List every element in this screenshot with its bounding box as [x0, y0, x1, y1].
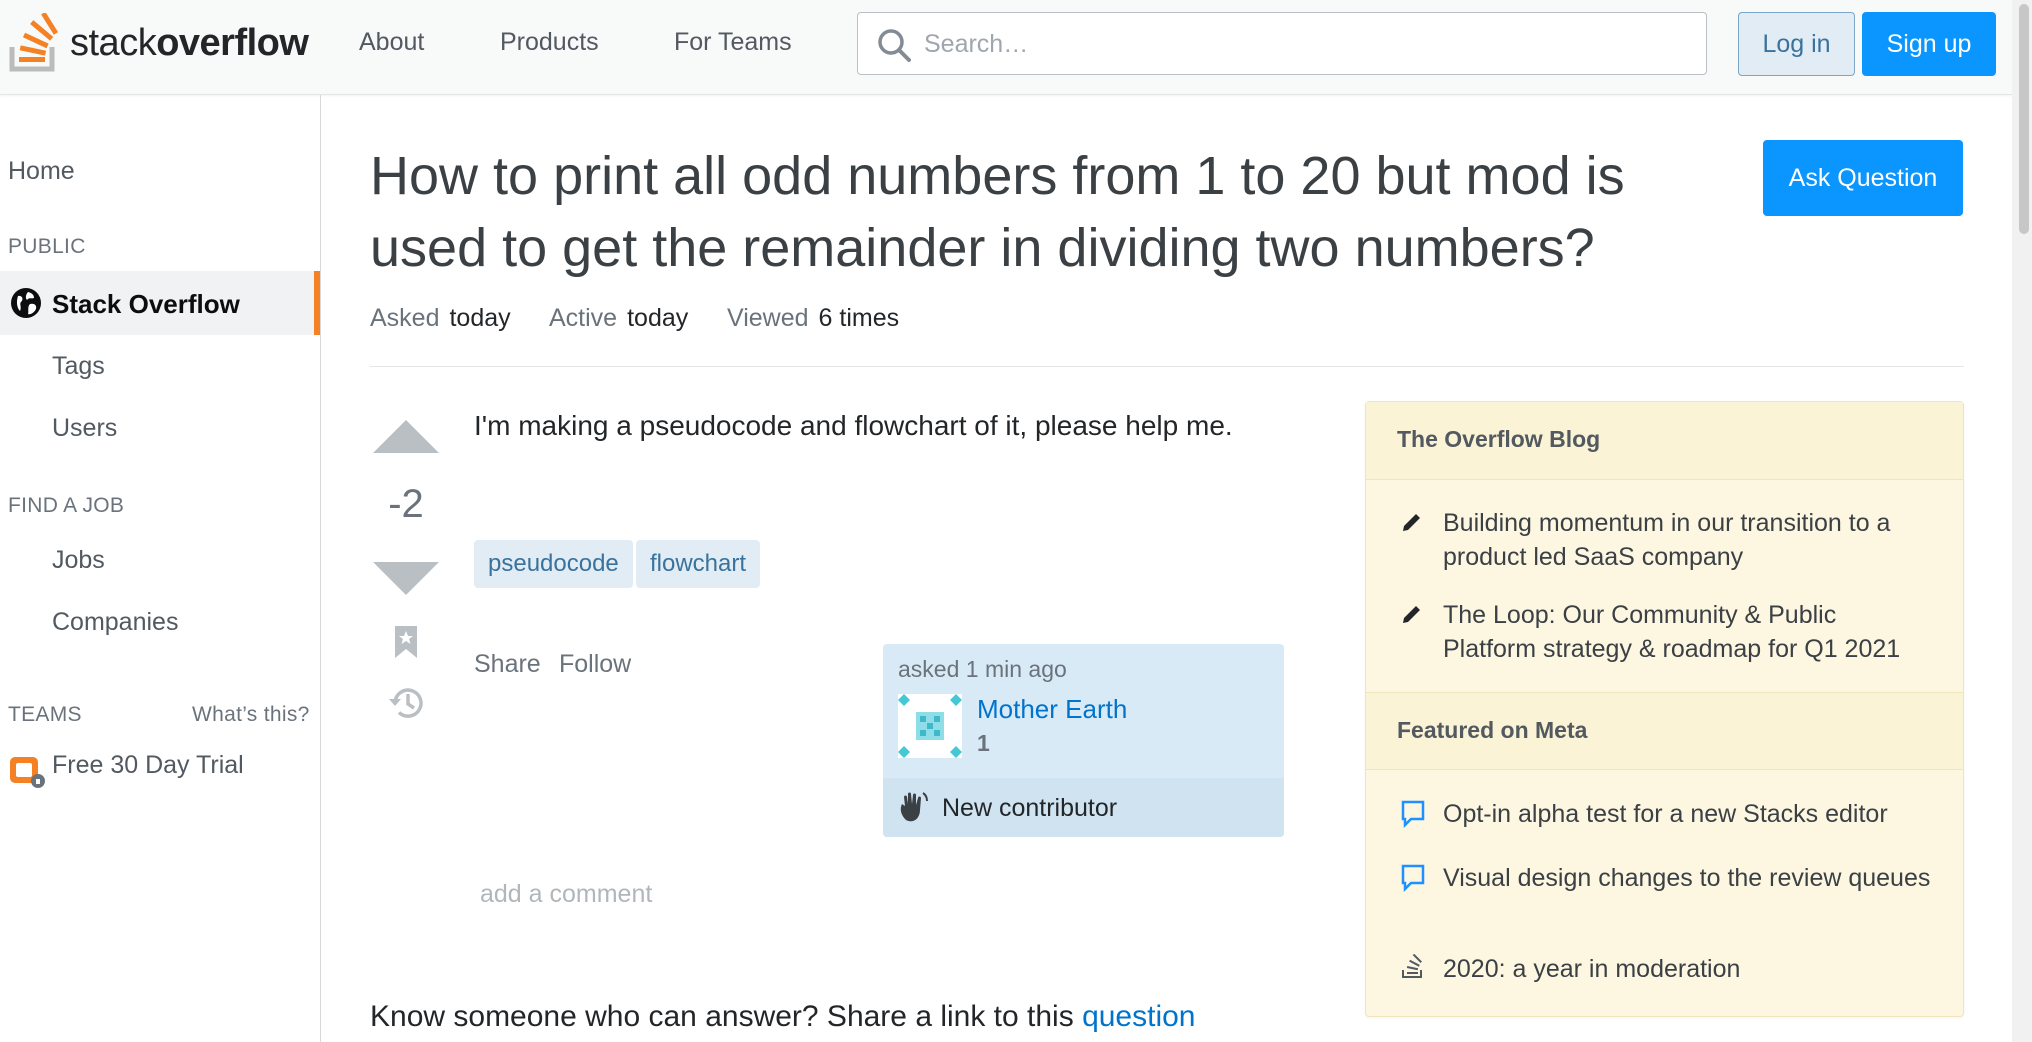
meta-item[interactable]: 2020: a year in moderation [1443, 952, 1933, 986]
question-body: I'm making a pseudocode and flowchart of… [474, 410, 1233, 441]
new-contributor-banner[interactable]: New contributor [883, 778, 1284, 837]
share-link[interactable]: Share [474, 650, 541, 679]
ask-question-button[interactable]: Ask Question [1763, 140, 1963, 216]
sidebar-item-users[interactable]: Users [52, 414, 117, 443]
blog-item[interactable]: The Loop: Our Community & Public Platfor… [1443, 598, 1933, 666]
tag-pseudocode[interactable]: pseudocode [474, 540, 633, 588]
new-contributor-label: New contributor [942, 794, 1118, 822]
sidebar-heading-public: PUBLIC [8, 235, 86, 258]
speech-bubble-icon [1401, 864, 1425, 892]
widget-heading-blog: The Overflow Blog [1366, 402, 1963, 480]
search-icon [878, 29, 911, 62]
meta-item[interactable]: Visual design changes to the review queu… [1443, 861, 1933, 895]
pencil-icon [1403, 514, 1420, 531]
share-question-link[interactable]: question [1082, 1000, 1195, 1033]
logo-wordmark: stackoverflow [70, 21, 309, 64]
sidebar-item-label: Stack Overflow [52, 289, 240, 319]
tag-flowchart[interactable]: flowchart [636, 540, 761, 588]
owner-user-card: asked 1 min ago Mother Earth 1 New contr… [883, 644, 1284, 837]
signup-button[interactable]: Sign up [1862, 12, 1996, 76]
waving-hand-icon [900, 792, 928, 822]
search-input[interactable] [922, 23, 1686, 65]
meta-viewed: Viewed 6 times [727, 304, 900, 332]
site-logo[interactable]: stackoverflow [8, 12, 309, 74]
whats-this-link[interactable]: What’s this? [192, 703, 310, 727]
login-button[interactable]: Log in [1738, 12, 1855, 76]
sidebar-item-stack-overflow[interactable]: Stack Overflow [0, 271, 320, 335]
scrollbar-thumb[interactable] [2019, 4, 2029, 234]
question-title[interactable]: How to print all odd numbers from 1 to 2… [370, 140, 1670, 284]
meta-active: Active today [549, 304, 689, 332]
nav-about[interactable]: About [359, 28, 424, 57]
teams-briefcase-icon [10, 757, 45, 788]
user-reputation: 1 [977, 730, 990, 756]
downvote-arrow-icon[interactable] [373, 562, 439, 595]
sidebar-item-home[interactable]: Home [8, 157, 75, 186]
title-divider [370, 366, 1964, 367]
stack-exchange-icon [1402, 954, 1422, 978]
upvote-arrow-icon[interactable] [373, 420, 439, 453]
nav-products[interactable]: Products [500, 28, 599, 57]
stackoverflow-logo-icon [9, 13, 59, 72]
user-avatar[interactable] [898, 694, 962, 758]
nav-for-teams[interactable]: For Teams [674, 28, 792, 57]
overflow-blog-widget: The Overflow Blog Building momentum in o… [1365, 401, 1964, 1017]
globe-icon [11, 288, 41, 318]
pencil-icon [1403, 606, 1420, 623]
blog-item[interactable]: Building momentum in our transition to a… [1443, 506, 1933, 574]
add-comment-link[interactable]: add a comment [480, 880, 652, 909]
search-box[interactable] [857, 12, 1707, 75]
speech-bubble-icon [1401, 800, 1425, 828]
meta-asked: Asked today [370, 304, 511, 332]
bookmark-icon[interactable] [392, 624, 420, 660]
follow-link[interactable]: Follow [559, 650, 631, 679]
sidebar-item-free-trial[interactable]: Free 30 Day Trial [52, 751, 244, 780]
widget-heading-meta: Featured on Meta [1366, 692, 1963, 770]
asked-time: asked 1 min ago [898, 656, 1067, 682]
vote-count: -2 [388, 482, 424, 526]
meta-item[interactable]: Opt-in alpha test for a new Stacks edito… [1443, 797, 1933, 831]
history-icon[interactable] [386, 684, 426, 722]
sidebar-item-tags[interactable]: Tags [52, 352, 105, 381]
sidebar-heading-find-a-job: FIND A JOB [8, 494, 125, 517]
share-prompt: Know someone who can answer? Share a lin… [370, 1000, 1196, 1033]
left-sidebar: Home PUBLIC Stack Overflow Tags Users FI… [0, 95, 321, 1042]
sidebar-heading-teams: TEAMS [8, 703, 82, 726]
top-bar: stackoverflow About Products For Teams L… [0, 0, 2032, 95]
sidebar-item-jobs[interactable]: Jobs [52, 546, 105, 575]
user-name-link[interactable]: Mother Earth [977, 694, 1127, 725]
sidebar-item-companies[interactable]: Companies [52, 608, 178, 637]
